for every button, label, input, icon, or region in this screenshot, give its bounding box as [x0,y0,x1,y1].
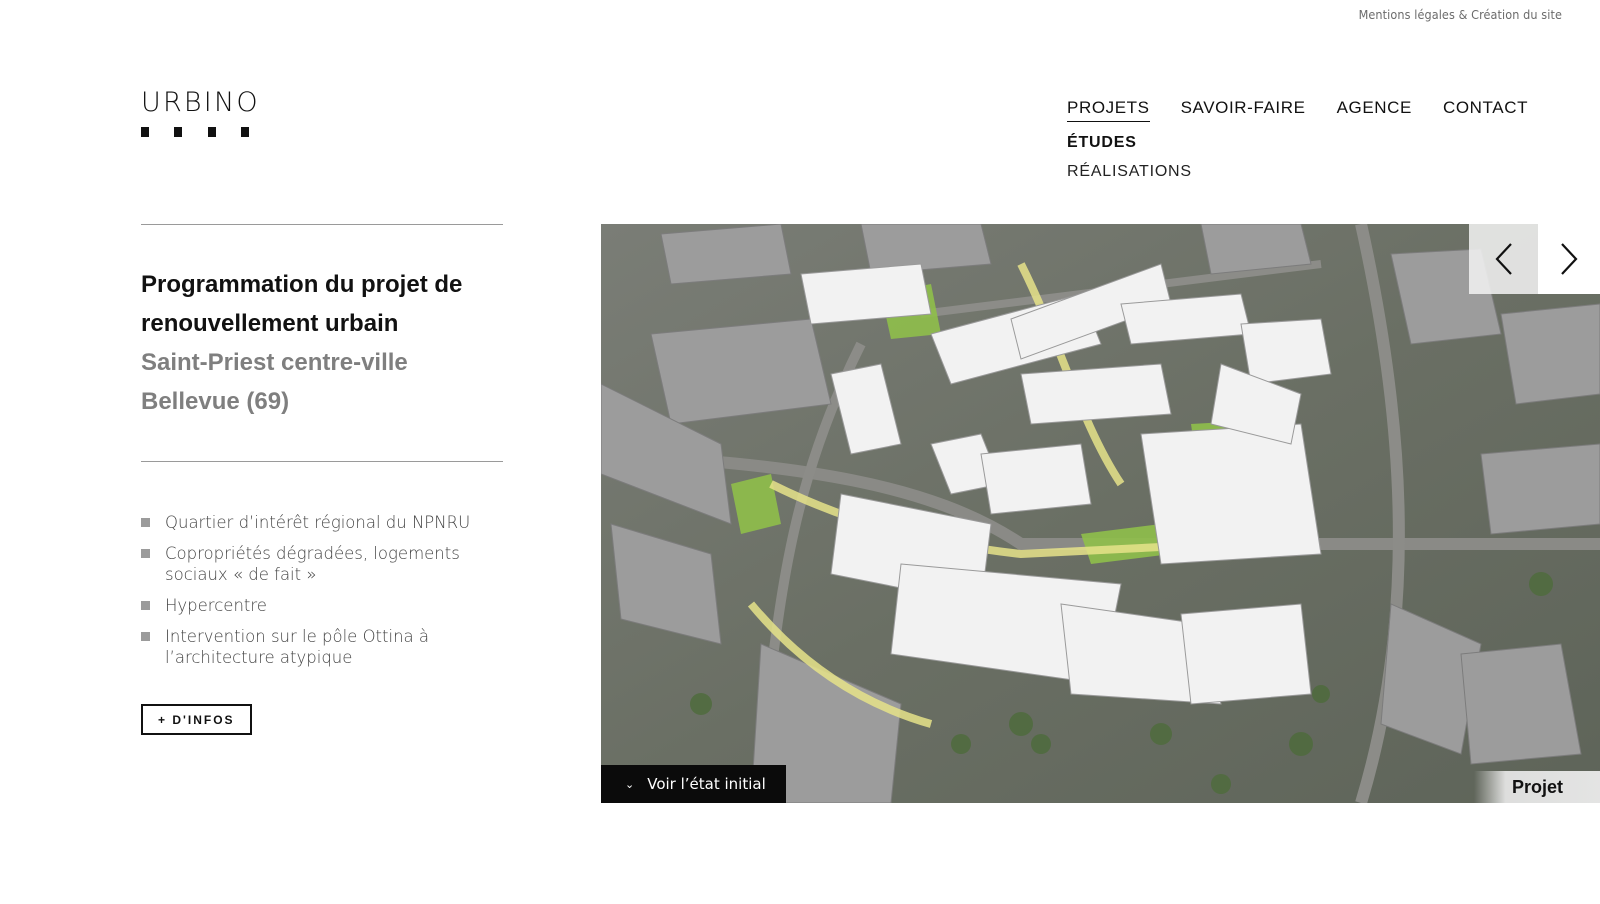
nav-agence[interactable]: AGENCE [1337,98,1412,122]
project-location-line2: Bellevue (69) [141,388,290,415]
logo[interactable]: URBINO [141,87,260,137]
feature-item: Copropriétés dégradées, logements sociau… [141,543,503,585]
chevron-left-icon [1494,243,1512,275]
feature-text: Intervention sur le pôle Ottina à l’arch… [165,627,429,667]
feature-item: Intervention sur le pôle Ottina à l’arch… [141,626,503,668]
aerial-view-illustration [601,224,1600,803]
toggle-initial-label: Voir l’état initial [647,775,766,793]
logo-dots [141,127,249,137]
chevron-right-icon [1561,243,1578,275]
legal-links: Mentions légales & Création du site [1359,7,1562,22]
feature-item: Quartier d’intérêt régional du NPNRU [141,512,503,533]
sub-nav: ÉTUDES RÉALISATIONS [1067,134,1192,192]
logo-dot [141,127,149,137]
square-bullet-icon [141,549,150,558]
project-image [601,224,1600,803]
prev-slide-button[interactable] [1469,224,1538,294]
divider-bottom [141,461,503,462]
project-title-line2: renouvellement urbain [141,310,399,337]
toggle-initial-state-button[interactable]: ⌄ Voir l’état initial [601,765,786,803]
square-bullet-icon [141,518,150,527]
project-heading: Programmation du projet de renouvellemen… [141,225,503,461]
square-bullet-icon [141,601,150,610]
main-nav: PROJETS SAVOIR-FAIRE AGENCE CONTACT [1067,98,1559,122]
nav-projets[interactable]: PROJETS [1067,98,1150,122]
more-info-button[interactable]: + D'INFOS [141,704,252,735]
next-slide-button[interactable] [1538,224,1600,294]
square-bullet-icon [141,632,150,641]
feature-list: Quartier d’intérêt régional du NPNRU Cop… [141,512,503,668]
page: Mentions légales & Création du site URBI… [0,0,1600,904]
chevron-down-icon: ⌄ [625,777,635,791]
image-caption-badge: Projet [1474,771,1600,803]
feature-text: Hypercentre [165,596,267,615]
logo-text: URBINO [141,87,260,118]
nav-savoir-faire[interactable]: SAVOIR-FAIRE [1181,98,1306,122]
logo-dot [240,127,249,137]
logo-dot [174,127,183,137]
project-location-line1: Saint-Priest centre-ville [141,349,408,376]
subnav-etudes[interactable]: ÉTUDES [1067,134,1192,152]
legal-link[interactable]: Mentions légales & Création du site [1359,7,1562,22]
feature-text: Copropriétés dégradées, logements sociau… [165,544,460,584]
nav-contact[interactable]: CONTACT [1443,98,1528,122]
project-details: Programmation du projet de renouvellemen… [141,224,503,735]
feature-text: Quartier d’intérêt régional du NPNRU [165,513,471,532]
logo-dot [207,127,216,137]
image-caption-text: Projet [1512,776,1564,797]
subnav-realisations[interactable]: RÉALISATIONS [1067,163,1192,181]
project-title-line1: Programmation du projet de [141,271,463,298]
feature-item: Hypercentre [141,595,503,616]
